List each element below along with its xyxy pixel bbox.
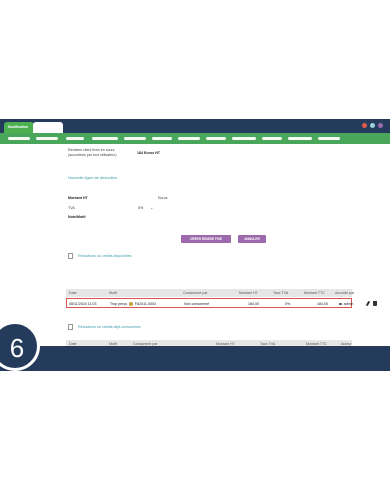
window-close-dot[interactable] — [362, 123, 367, 128]
vat-label: TVA — [68, 206, 75, 210]
row-vat-rate: 0% — [285, 302, 291, 306]
app-window: Modification Remises client fixes en cou… — [0, 119, 390, 371]
remaining-label-1: Remises client fixes en cours — [68, 148, 115, 152]
create-discount-button[interactable]: CRÉER REMISE FIXE — [181, 235, 231, 243]
nav-item[interactable] — [8, 137, 30, 140]
invoice-icon — [129, 302, 133, 306]
col-date: Date — [69, 291, 77, 295]
browser-tab-bar: Modification — [0, 119, 390, 133]
col-granted-by: Accordé par — [335, 291, 355, 295]
available-section-title: Réductions ou crédits disponibles — [78, 254, 132, 258]
remaining-value: 184 Euros HT — [137, 151, 160, 155]
nav-item[interactable] — [66, 137, 84, 140]
new-line-title: Nouvelle ligne de déduction — [68, 175, 118, 180]
user-icon — [339, 302, 342, 306]
document-icon — [68, 253, 73, 259]
invoice-ref-link[interactable]: FA2411-0003 — [135, 302, 156, 306]
cancel-button[interactable]: ANNULER — [238, 235, 266, 243]
chevron-down-icon: ⌄ — [150, 206, 154, 210]
bottom-bar — [0, 346, 390, 371]
table-row[interactable]: 08/11/2024 11:03 Trop perçu FA2411-0003 … — [66, 298, 377, 308]
amount-label: Montant HT — [68, 196, 88, 200]
nav-item[interactable] — [318, 137, 340, 140]
window-minimize-dot[interactable] — [370, 123, 375, 128]
nav-item[interactable] — [206, 137, 226, 140]
col-vat-rate: Taux TVA — [273, 291, 289, 295]
browser-tab-active[interactable]: Modification — [4, 122, 34, 133]
nav-item[interactable] — [262, 137, 282, 140]
consumed-section-title: Réductions ou crédits déjà consommés — [78, 325, 141, 329]
row-granted-by[interactable]: admin — [339, 302, 353, 306]
top-navigation — [0, 133, 390, 144]
vat-select-value: 0% — [138, 206, 144, 210]
main-content: Remises client fixes en cours (accordées… — [0, 144, 390, 355]
col-motif: Motif — [109, 291, 117, 295]
remaining-label-2: (accordées par tout utilisateur) — [68, 153, 117, 157]
row-amount-ht: 184,00 — [248, 302, 259, 306]
row-motif: Trop perçu FA2411-0003 — [110, 302, 157, 306]
nav-item[interactable] — [152, 137, 172, 140]
note-label: Note/Motif — [68, 215, 86, 219]
nav-item[interactable] — [92, 137, 118, 140]
nav-item[interactable] — [36, 137, 58, 140]
browser-tab-new[interactable] — [33, 122, 63, 133]
vat-select[interactable]: 0% ⌄ — [138, 206, 153, 210]
edit-icon[interactable] — [365, 300, 371, 307]
nav-item[interactable] — [288, 137, 312, 140]
nav-item[interactable] — [124, 137, 146, 140]
row-consumed: Non consommé — [184, 302, 210, 306]
step-number: 6 — [9, 333, 25, 363]
window-maximize-dot[interactable] — [378, 123, 383, 128]
delete-icon[interactable] — [373, 301, 377, 306]
row-amount-ttc: 184,00 — [317, 302, 328, 306]
row-date: 08/11/2024 11:03 — [69, 302, 97, 306]
col-amount-ttc: Montant TTC — [304, 291, 325, 295]
amount-unit: Euros — [158, 196, 168, 200]
col-consumed-by: Consommé par — [183, 291, 208, 295]
nav-item[interactable] — [232, 137, 256, 140]
available-table-header: Date Motif Consommé par Montant HT Taux … — [66, 289, 355, 297]
col-amount-ht: Montant HT — [239, 291, 258, 295]
document-icon — [68, 324, 73, 330]
nav-item[interactable] — [178, 137, 200, 140]
